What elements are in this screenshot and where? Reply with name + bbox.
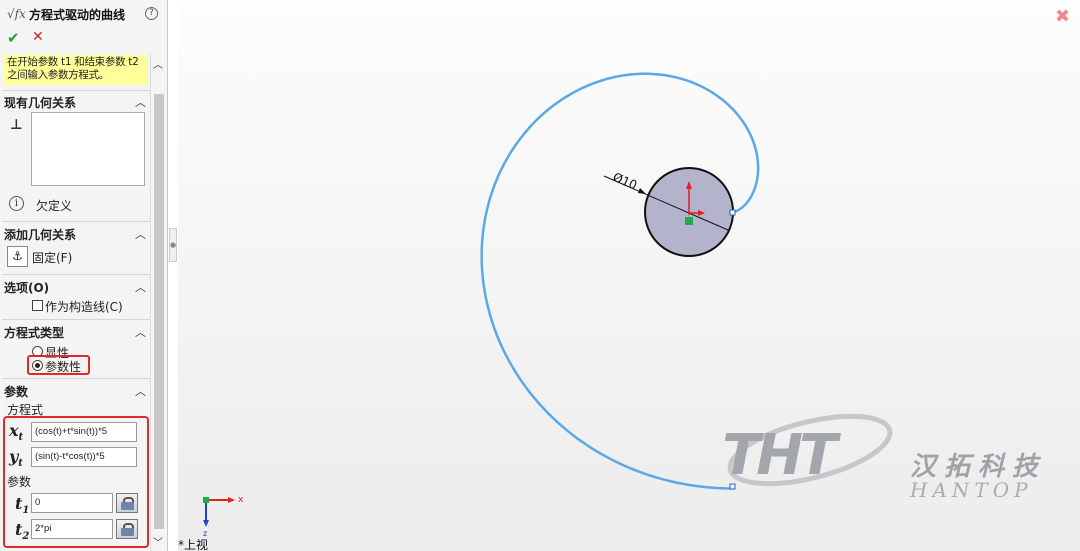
diameter-dimension[interactable]: Ø10 — [611, 170, 639, 193]
triad-arrow-icon — [228, 497, 235, 503]
logo-mark: THT — [722, 423, 841, 488]
origin-point-icon[interactable] — [685, 217, 693, 225]
tht-logo: THT — [722, 413, 893, 488]
triad-x-label: x — [238, 495, 244, 505]
view-orientation-label: *上视 — [178, 538, 209, 551]
company-name-en: HANTOP — [910, 478, 1033, 502]
dimension-arrow — [638, 188, 646, 194]
curve-start-point[interactable] — [729, 209, 736, 216]
triad-arrow-icon — [203, 520, 209, 527]
close-view-icon[interactable]: ✖ — [1055, 6, 1070, 27]
triad-origin-icon — [203, 497, 209, 503]
equation-driven-curve[interactable] — [480, 72, 760, 490]
